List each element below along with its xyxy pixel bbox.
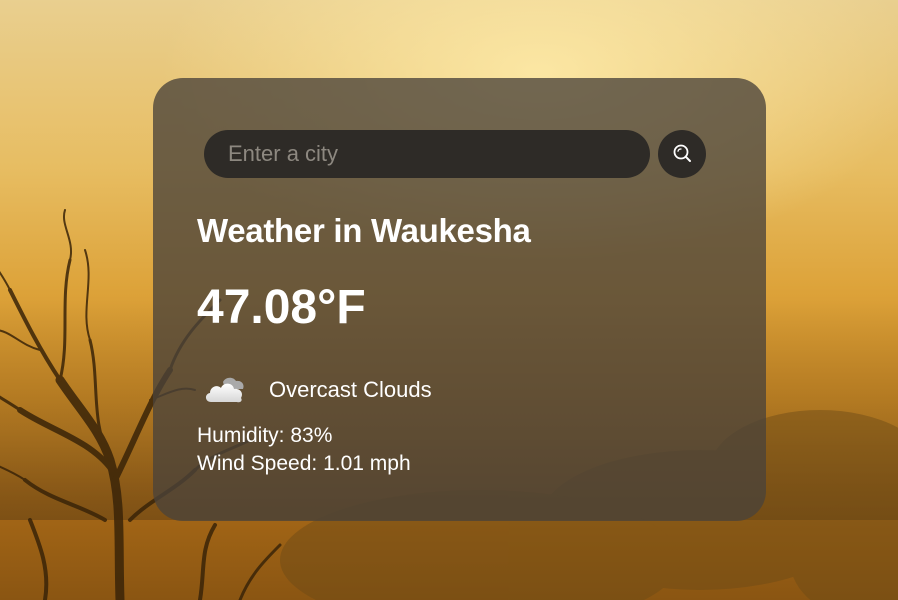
- wind-speed-value: 1.01 mph: [323, 452, 411, 475]
- humidity-value: 83%: [290, 424, 333, 447]
- search-bar: [204, 130, 706, 178]
- city-search-input[interactable]: [204, 130, 650, 178]
- cloud-icon: [205, 377, 244, 403]
- humidity-row: Humidity: 83%: [197, 422, 411, 450]
- search-icon: [673, 144, 691, 162]
- search-button[interactable]: [658, 130, 706, 178]
- weather-details: Humidity: 83% Wind Speed: 1.01 mph: [197, 422, 411, 478]
- weather-card: Weather in Waukesha 47.08°F Overcast Clo…: [153, 78, 766, 521]
- temperature-value: 47.08°F: [197, 281, 366, 334]
- humidity-label: Humidity:: [197, 424, 285, 447]
- city-title: Weather in Waukesha: [197, 212, 531, 249]
- wind-speed-row: Wind Speed: 1.01 mph: [197, 450, 411, 478]
- condition-row: Overcast Clouds: [203, 372, 432, 408]
- wind-speed-label: Wind Speed:: [197, 452, 318, 475]
- condition-description: Overcast Clouds: [269, 377, 432, 402]
